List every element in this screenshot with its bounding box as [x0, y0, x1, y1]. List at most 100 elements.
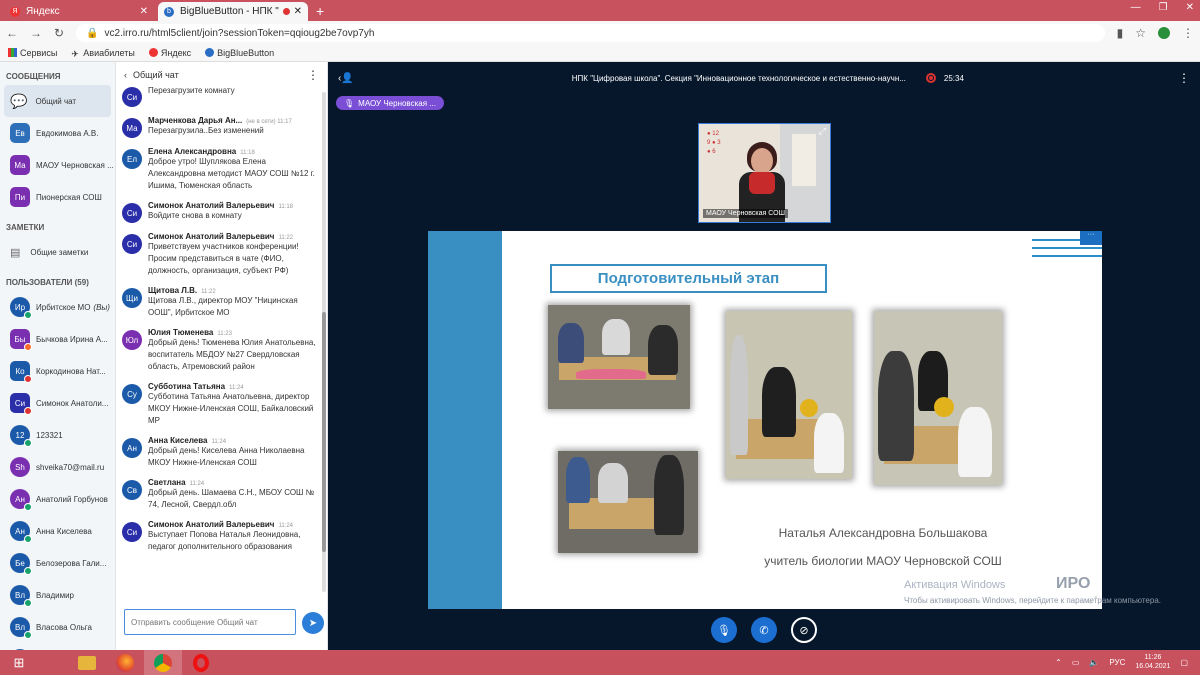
start-button[interactable]: ⊞: [0, 650, 38, 675]
user-list-item[interactable]: Бы Бычкова Ирина А...: [0, 323, 115, 355]
chat-title: Общий чат: [133, 70, 179, 80]
chat-message-body: Симонок Анатолий Валерьевич 11:22 Приветст…: [148, 232, 316, 277]
chat-text: Выступает Попова Наталья Леонидовна, пед…: [148, 530, 301, 551]
user-list-item[interactable]: Вл Власова Ольга: [0, 611, 115, 643]
extension-icon[interactable]: [1158, 27, 1170, 39]
network-icon[interactable]: ▭: [1072, 658, 1080, 667]
avatar: Ан: [10, 521, 32, 543]
mic-status-icon: [24, 407, 32, 415]
bookmark-bbb[interactable]: BigBlueButton: [205, 48, 274, 58]
new-tab-button[interactable]: +: [316, 3, 324, 19]
taskbar-chrome[interactable]: [144, 650, 182, 675]
mic-status-icon: [24, 631, 32, 639]
chat-sender: Светлана: [148, 478, 186, 487]
leave-audio-button[interactable]: ✆: [751, 617, 777, 643]
tab-yandex[interactable]: Я Яндекс ✕: [4, 2, 154, 21]
bookmark-avia[interactable]: ✈ Авиабилеты: [71, 48, 135, 59]
camera-icon[interactable]: ▮: [1117, 26, 1124, 40]
sidebar-item-shared-notes[interactable]: ▤ Общие заметки: [0, 236, 115, 268]
chat-message: Ма Марченкова Дарья Ан... (не в сети) 11:1…: [116, 113, 322, 144]
webcam-video[interactable]: ● 12 9 ● 3 ● 6 МАОУ Черновская СОШ ⤢: [698, 123, 831, 223]
user-list-item[interactable]: Ан Анна Киселева: [0, 515, 115, 547]
slide-speaker: Наталья Александровна Большакова учитель…: [728, 519, 1038, 575]
chevron-left-icon[interactable]: ‹: [124, 70, 127, 80]
back-icon[interactable]: ←: [6, 26, 18, 40]
bookmark-yandex[interactable]: Яндекс: [148, 48, 191, 58]
sidebar-item-private-chat[interactable]: Ев Евдокимова А.В.: [0, 117, 115, 149]
taskbar-explorer[interactable]: [68, 650, 106, 675]
user-list-item[interactable]: 12 123321: [0, 419, 115, 451]
forward-icon[interactable]: →: [30, 26, 42, 40]
chat-message-header: Светлана 11:24: [148, 478, 316, 487]
clock-decoration: ● 12 9 ● 3 ● 6: [707, 131, 721, 155]
windows-activation-text: Чтобы активировать Windows, перейдите к …: [904, 596, 1161, 605]
url-field[interactable]: 🔒 vc2.irro.ru/html5client/join?sessionTo…: [76, 24, 1105, 42]
tray-up-icon[interactable]: ⌃: [1055, 658, 1062, 667]
meeting-header: ‹👤 НПК "Цифровая школа". Секция "Инновац…: [328, 62, 1200, 94]
user-list-item[interactable]: Ир Ирбитское МО (Вы): [0, 291, 115, 323]
mute-button[interactable]: 🎙: [711, 617, 737, 643]
toggle-userlist-icon[interactable]: ‹👤: [338, 73, 354, 84]
chat-input[interactable]: [124, 609, 296, 635]
yandex-icon: [148, 48, 158, 57]
avatar: Ев: [10, 123, 30, 143]
user-list-item[interactable]: Ан Анатолий Горбунов: [0, 483, 115, 515]
talking-indicator[interactable]: 🎙 МАОУ Черновская ...: [336, 96, 444, 110]
user-list-item[interactable]: Ко Коркодинова Нат...: [0, 355, 115, 387]
avatar: Вл: [10, 585, 32, 607]
notes-heading: ЗАМЕТКИ: [6, 223, 45, 232]
presentation-fullscreen-icon[interactable]: ⤢: [1089, 595, 1097, 606]
user-list-item[interactable]: Вл Владимир: [0, 579, 115, 611]
fullscreen-icon[interactable]: ⤢: [819, 126, 826, 137]
chrome-icon: [154, 653, 172, 672]
sidebar-item-private-chat[interactable]: Ма МАОУ Черновская ...: [0, 149, 115, 181]
microphone-icon: 🎙: [717, 624, 731, 637]
close-icon[interactable]: ✕: [140, 6, 148, 17]
webcam-poster: [792, 134, 816, 186]
meeting-title: НПК "Цифровая школа". Секция "Инновацион…: [571, 73, 906, 83]
options-icon[interactable]: ⋮: [1178, 71, 1190, 85]
messages-heading: СООБЩЕНИЯ: [6, 72, 61, 81]
close-window-icon[interactable]: ✕: [1186, 2, 1194, 13]
minimize-icon[interactable]: —: [1131, 2, 1141, 13]
user-list-item[interactable]: Си Симонок Анатоли...: [0, 387, 115, 419]
chat-scrollbar[interactable]: [322, 92, 326, 592]
browser-tab-bar: Я Яндекс ✕ b BigBlueButton - НПК "Цифр ✕…: [0, 0, 1200, 21]
chat-message: Щи Щитова Л.В. 11:22 Щитова Л.В., директор …: [116, 283, 322, 325]
windows-icon: ⊞: [13, 654, 25, 670]
close-icon[interactable]: ✕: [294, 6, 302, 17]
user-list-item[interactable]: Бе Белозерова Гали...: [0, 547, 115, 579]
bookmark-services[interactable]: Сервисы: [8, 48, 57, 58]
notifications-icon[interactable]: ▢: [1180, 658, 1188, 667]
slide-photo-3: [874, 311, 1002, 485]
bigbluebutton-icon: b: [164, 6, 174, 17]
sidebar-item-private-chat[interactable]: Пи Пионерская СОШ: [0, 181, 115, 213]
chat-message: Си Симонок Анатолий Валерьевич 11:18 Войдит…: [116, 198, 322, 229]
language-indicator[interactable]: РУС: [1109, 658, 1125, 667]
reload-icon[interactable]: ↻: [54, 26, 64, 40]
sidebar-item-public-chat[interactable]: 💬 Общий чат: [4, 85, 111, 117]
chat-message: Си Симонок Анатолий Валерьевич 11:24 Выступ…: [116, 517, 322, 559]
recording-icon[interactable]: [925, 73, 936, 83]
more-icon[interactable]: ⋮: [307, 68, 319, 82]
taskbar-firefox[interactable]: [106, 650, 144, 675]
mic-status-icon: [24, 599, 32, 607]
menu-icon[interactable]: ⋮: [1182, 26, 1194, 40]
tab-bigbluebutton[interactable]: b BigBlueButton - НПК "Цифр ✕: [158, 2, 308, 21]
user-name: Белозерова Гали...: [36, 558, 107, 568]
taskbar-opera[interactable]: [182, 650, 220, 675]
user-list-item[interactable]: Sh shveika70@mail.ru: [0, 451, 115, 483]
slide-menu-button[interactable]: ···: [1080, 231, 1102, 245]
windows-taskbar: ⊞ ⌃ ▭ 🔈 РУС 11:26 16.04.2021 ▢: [0, 650, 1200, 675]
maximize-icon[interactable]: ❐: [1159, 2, 1168, 13]
star-icon[interactable]: ☆: [1135, 26, 1146, 40]
volume-icon[interactable]: 🔈: [1089, 658, 1099, 667]
send-button[interactable]: ➤: [302, 612, 324, 634]
user-list-item[interactable]: ГОГО Карпинск: [0, 643, 115, 650]
share-webcam-button[interactable]: ⊘: [791, 617, 817, 643]
clock[interactable]: 11:26 16.04.2021: [1135, 654, 1170, 672]
talker-name: МАОУ Черновская ...: [358, 98, 436, 108]
avatar: Си: [122, 203, 142, 223]
chat-message: Су Субботина Татьяна 11:24 Субботина Татьян…: [116, 379, 322, 433]
chat-text: Добрый день! Киселева Анна Николаевна МК…: [148, 446, 305, 467]
